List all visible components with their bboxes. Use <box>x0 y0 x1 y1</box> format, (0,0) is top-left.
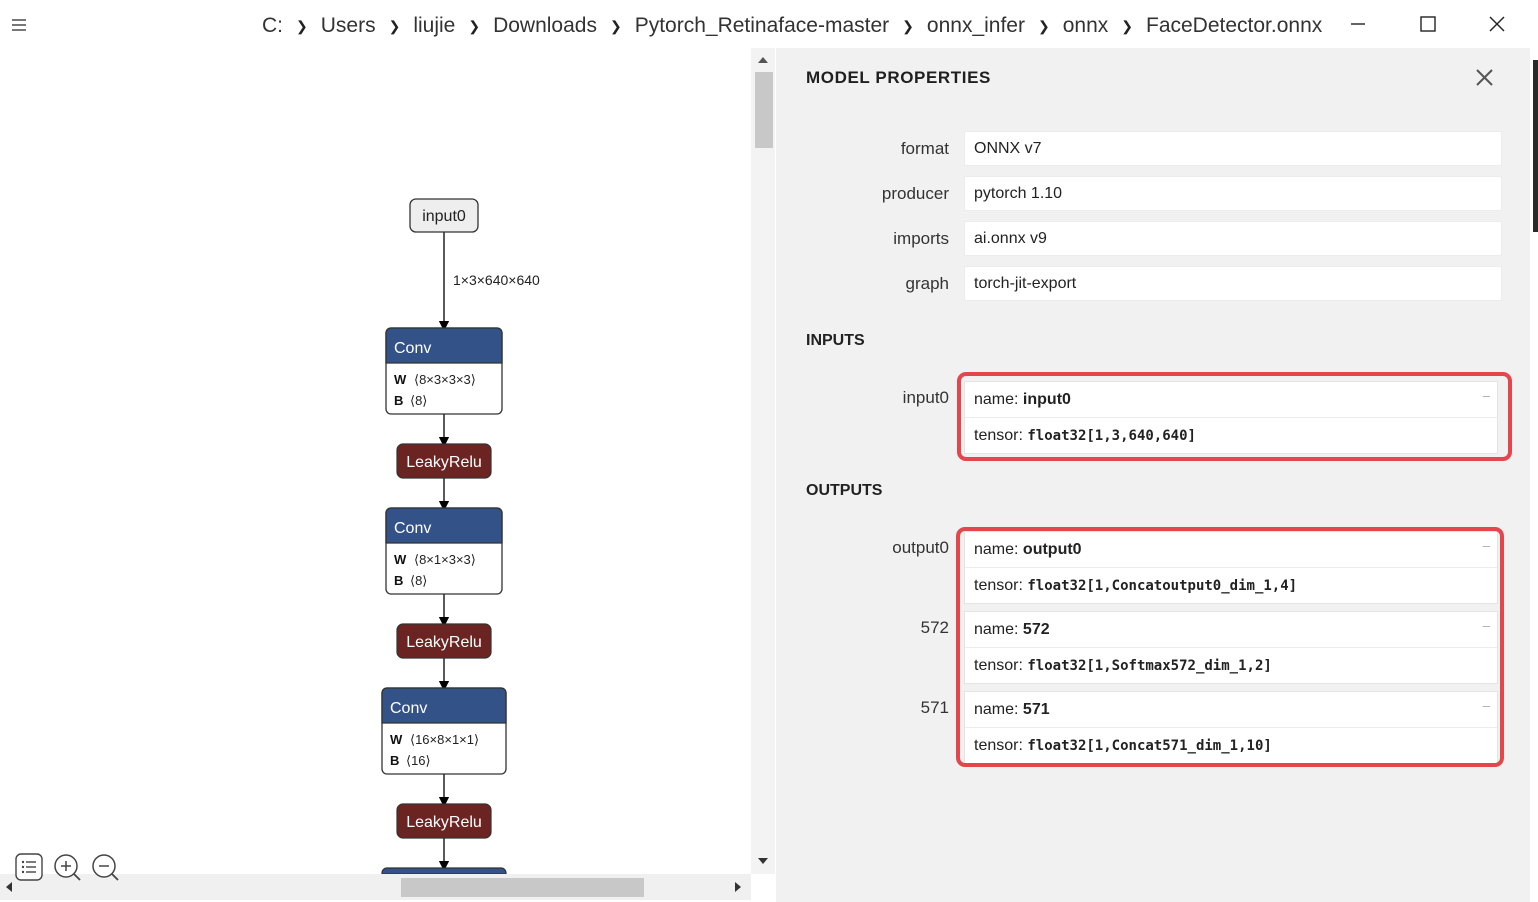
conv-node[interactable]: Conv W ⟨8×1×3×3⟩ B ⟨8⟩ <box>385 507 503 595</box>
bias-shape: ⟨8⟩ <box>410 573 427 588</box>
breadcrumb-item[interactable]: liujie <box>413 14 455 38</box>
chevron-right-icon: ❯ <box>296 17 308 34</box>
weight-shape: ⟨16×8×1×1⟩ <box>410 732 479 747</box>
bias-label: B <box>394 573 403 588</box>
chevron-right-icon: ❯ <box>1037 17 1050 34</box>
leakyrelu-node-title: LeakyRelu <box>406 454 482 471</box>
zoom-in-icon[interactable] <box>52 852 82 882</box>
property-value-format[interactable]: ONNX v7 <box>964 131 1502 166</box>
conv-node-title: Conv <box>394 340 431 357</box>
graph-input-node[interactable]: input0 <box>409 198 479 233</box>
inputs-heading: INPUTS <box>806 332 865 349</box>
property-value-imports[interactable]: ai.onnx v9 <box>964 221 1502 256</box>
bias-shape: ⟨16⟩ <box>406 753 431 768</box>
breadcrumb-item[interactable]: Users <box>321 14 376 38</box>
panel-close-icon[interactable] <box>1468 62 1500 94</box>
property-label-format: format <box>900 139 949 158</box>
chevron-right-icon: ❯ <box>388 17 401 34</box>
weight-label: W <box>394 552 407 567</box>
bias-shape: ⟨8⟩ <box>410 393 427 408</box>
scroll-right-arrow-icon[interactable] <box>731 880 745 894</box>
conv-node-title: Conv <box>390 700 427 717</box>
weight-shape: ⟨8×3×3×3⟩ <box>414 372 476 387</box>
input-label: input0 <box>902 388 949 407</box>
property-label-graph: graph <box>905 274 949 293</box>
output-label: 572 <box>920 618 949 637</box>
scroll-left-arrow-icon[interactable] <box>2 880 16 894</box>
scroll-down-arrow-icon[interactable] <box>754 853 772 869</box>
property-value-producer[interactable]: pytorch 1.10 <box>964 176 1502 211</box>
chevron-right-icon: ❯ <box>609 17 622 34</box>
bias-label: B <box>394 393 403 408</box>
minimize-icon <box>1351 23 1365 25</box>
leakyrelu-node[interactable]: LeakyRelu <box>396 443 492 479</box>
breadcrumb-item[interactable]: C: <box>262 14 283 38</box>
menu-icon[interactable] <box>10 16 32 38</box>
weight-label: W <box>394 372 407 387</box>
list-icon[interactable] <box>14 852 44 882</box>
weight-label: W <box>390 732 403 747</box>
panel-title: MODEL PROPERTIES <box>806 68 991 87</box>
breadcrumb: C: ❯ Users ❯ liujie ❯ Downloads ❯ Pytorch_Re… <box>262 12 1322 40</box>
output-label: output0 <box>892 538 949 557</box>
maximize-button[interactable] <box>1393 0 1463 48</box>
property-label-producer: producer <box>881 184 949 203</box>
conv-node[interactable]: Conv W ⟨16×8×1×1⟩ B ⟨16⟩ <box>381 687 507 775</box>
leakyrelu-node-title: LeakyRelu <box>406 814 482 831</box>
close-icon <box>1489 16 1505 32</box>
bias-label: B <box>390 753 399 768</box>
breadcrumb-item[interactable]: Pytorch_Retinaface-master <box>635 14 889 38</box>
edge-label: 1×3×640×640 <box>453 272 540 288</box>
output-label: 571 <box>920 698 949 717</box>
output-highlight-box <box>956 527 1504 767</box>
vertical-scrollbar[interactable] <box>751 48 775 874</box>
chevron-right-icon: ❯ <box>902 17 914 34</box>
breadcrumb-item[interactable]: FaceDetector.onnx <box>1146 14 1322 38</box>
vertical-scrollbar-thumb[interactable] <box>755 72 773 148</box>
horizontal-scrollbar-thumb[interactable] <box>401 878 644 897</box>
leakyrelu-node[interactable]: LeakyRelu <box>396 803 492 839</box>
conv-node-title: Conv <box>394 520 431 537</box>
breadcrumb-item[interactable]: Downloads <box>493 14 597 38</box>
leakyrelu-node-title: LeakyRelu <box>406 634 482 651</box>
breadcrumb-item[interactable]: onnx_infer <box>927 14 1025 38</box>
chevron-right-icon: ❯ <box>1121 17 1133 34</box>
outputs-heading: OUTPUTS <box>806 482 883 499</box>
conv-node[interactable]: Conv W ⟨8×3×3×3⟩ B ⟨8⟩ <box>385 327 503 415</box>
breadcrumb-item[interactable]: onnx <box>1063 14 1109 38</box>
maximize-icon <box>1420 16 1436 32</box>
input-highlight-box <box>957 372 1512 461</box>
property-value-graph[interactable]: torch-jit-export <box>964 266 1502 301</box>
panel-edge-marker <box>1533 60 1538 232</box>
weight-shape: ⟨8×1×3×3⟩ <box>414 552 476 567</box>
chevron-right-icon: ❯ <box>468 17 481 34</box>
leakyrelu-node[interactable]: LeakyRelu <box>396 623 492 659</box>
model-graph[interactable]: 1×3×640×640 input0 Conv W ⟨8×3×3×3⟩ B ⟨8… <box>0 48 751 874</box>
input-node-label: input0 <box>422 208 466 225</box>
property-label-imports: imports <box>893 229 949 248</box>
zoom-out-icon[interactable] <box>90 852 120 882</box>
scroll-up-arrow-icon[interactable] <box>754 52 772 68</box>
window-close-button[interactable] <box>1462 0 1532 48</box>
minimize-button[interactable] <box>1323 0 1393 48</box>
